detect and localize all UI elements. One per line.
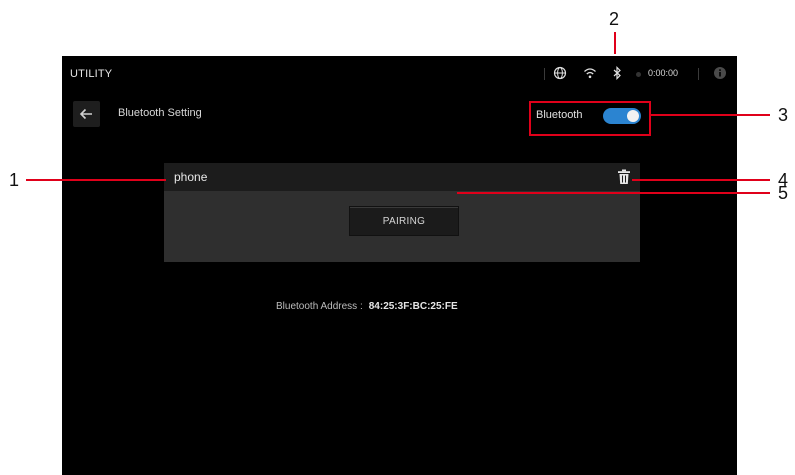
back-arrow-icon [79, 108, 92, 120]
device-header: phone [164, 163, 640, 191]
callout-line-4 [632, 179, 770, 181]
pairing-button[interactable]: PAIRING [349, 206, 459, 236]
callout-line-1 [26, 179, 166, 181]
app-title: UTILITY [70, 68, 113, 80]
callout-line-5 [457, 192, 770, 194]
wifi-icon [584, 68, 596, 79]
callout-line-3 [651, 114, 770, 116]
callout-line-2 [614, 32, 616, 54]
callout-number-3: 3 [778, 105, 789, 125]
trash-icon[interactable] [617, 169, 631, 185]
bluetooth-address-value: 84:25:3F:BC:25:FE [368, 301, 458, 312]
status-time: 0:00:00 [648, 68, 679, 78]
status-divider [544, 68, 545, 80]
callout-anchor-1 [162, 167, 200, 191]
globe-icon [553, 66, 567, 80]
callout-number-2: 2 [609, 9, 620, 29]
page-title: Bluetooth Setting [118, 107, 202, 119]
device-card: phone PAIRING [164, 163, 640, 262]
status-bar: UTILITY 0:00:00 [62, 56, 737, 92]
status-divider [698, 68, 699, 80]
back-button[interactable] [73, 101, 100, 127]
callout-number-5: 5 [778, 183, 789, 203]
callout-box-3 [529, 101, 651, 136]
bluetooth-address-label: Bluetooth Address : [276, 301, 363, 312]
record-dot-icon [636, 72, 641, 77]
callout-number-1: 1 [9, 170, 20, 190]
info-icon[interactable] [713, 66, 727, 80]
bluetooth-icon [613, 66, 621, 80]
bluetooth-address: Bluetooth Address : 84:25:3F:BC:25:FE [276, 301, 458, 312]
